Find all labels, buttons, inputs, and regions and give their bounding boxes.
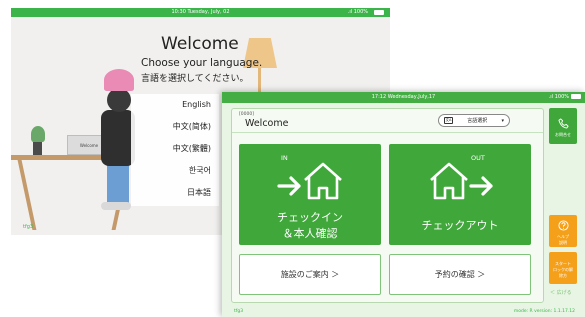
- person-shoe-illustration: [101, 202, 131, 210]
- plant-icon: [31, 126, 45, 142]
- language-select-label: 言語選択: [467, 118, 488, 124]
- choose-language-text: Choose your language.: [141, 57, 263, 69]
- terminal-code: [0000]: [239, 112, 254, 117]
- kiosk-main-screen: 17:12 Wednesday,July,17 .ıl 100% [0000] …: [222, 92, 585, 317]
- welcome-title: Welcome: [161, 34, 239, 54]
- help-label-1: ヘルプ: [557, 234, 569, 239]
- choose-language-ja-text: 言語を選択してください。: [141, 74, 249, 84]
- main-panel: [0000] Welcome 文A 言語選択 ▾ IN チェックイン ＆本人確認…: [231, 108, 544, 303]
- screenshot-stage: 10:30 Tuesday, July, 02 .ıl 100% Welcome…: [0, 0, 585, 317]
- person-legs-illustration: [107, 164, 129, 204]
- person-torso-illustration: [101, 110, 135, 166]
- help-label-2: 説明: [559, 240, 567, 245]
- version-info: mode: R version: 1.1.17.12: [513, 309, 575, 314]
- start-guide-label-3: 除方: [559, 273, 567, 278]
- battery-icon: [571, 94, 581, 99]
- status-time: 10:30 Tuesday, July, 02: [171, 9, 230, 15]
- reservation-check-button[interactable]: 予約の確認 ＞: [389, 254, 531, 295]
- start-guide-label-1: スタート: [555, 261, 571, 266]
- exit-house-icon: [430, 162, 493, 200]
- language-list: English 中文(简体) 中文(繁體) 한국어 日本語: [131, 94, 219, 206]
- language-option-english[interactable]: English: [131, 94, 219, 116]
- person-hat-illustration: [104, 69, 134, 91]
- chevron-down-icon: ▾: [501, 117, 504, 124]
- help-button[interactable]: ヘルプ 説明: [549, 215, 577, 247]
- phone-icon: [557, 118, 569, 129]
- footer-id: tfg3: [23, 224, 34, 230]
- language-option-chinese-traditional[interactable]: 中文(繁體): [131, 138, 219, 160]
- battery-percent: 100%: [353, 9, 368, 15]
- language-option-chinese-simplified[interactable]: 中文(简体): [131, 116, 219, 138]
- status-bar: 17:12 Wednesday,July,17 .ıl 100%: [222, 92, 585, 103]
- start-guide-button[interactable]: スタート ロックの解 除方: [549, 252, 577, 284]
- language-option-korean[interactable]: 한국어: [131, 160, 219, 182]
- battery-status: 100%: [555, 92, 581, 103]
- help-icon: [557, 220, 569, 231]
- language-select-button[interactable]: 文A 言語選択 ▾: [438, 114, 510, 127]
- status-battery-text: .ıl 100%: [347, 9, 368, 15]
- battery-icon: [374, 10, 384, 15]
- language-icon: 文A: [444, 117, 453, 124]
- battery-percent: 100%: [554, 94, 569, 100]
- language-option-japanese[interactable]: 日本語: [131, 182, 219, 204]
- plant-pot-illustration: [33, 142, 42, 155]
- desk-leg-illustration: [17, 160, 37, 230]
- checkout-button[interactable]: OUT チェックアウト: [389, 144, 531, 245]
- checkout-label: チェックアウト: [421, 219, 499, 232]
- contact-label: お問合せ: [555, 132, 571, 137]
- expand-sidebar-link[interactable]: ＜ 広げる: [550, 289, 572, 296]
- enter-house-icon: [277, 162, 342, 200]
- footer-id: tfg3: [234, 309, 244, 314]
- header-row: [0000] Welcome 文A 言語選択 ▾: [232, 109, 543, 133]
- facility-guide-button[interactable]: 施設のご案内 ＞: [239, 254, 381, 295]
- checkin-button[interactable]: IN チェックイン ＆本人確認: [239, 144, 381, 245]
- identity-check-label: ＆本人確認: [282, 227, 338, 240]
- welcome-title: Welcome: [245, 118, 289, 129]
- checkin-label: チェックイン: [277, 211, 343, 224]
- start-guide-label-2: ロックの解: [553, 267, 573, 272]
- person-head-illustration: [107, 88, 131, 112]
- contact-button[interactable]: お問合せ: [549, 108, 577, 144]
- status-bar: 10:30 Tuesday, July, 02 .ıl 100%: [11, 8, 390, 17]
- status-time: 17:12 Wednesday,July,17: [371, 94, 436, 100]
- signal-icon: .ıl: [548, 94, 553, 100]
